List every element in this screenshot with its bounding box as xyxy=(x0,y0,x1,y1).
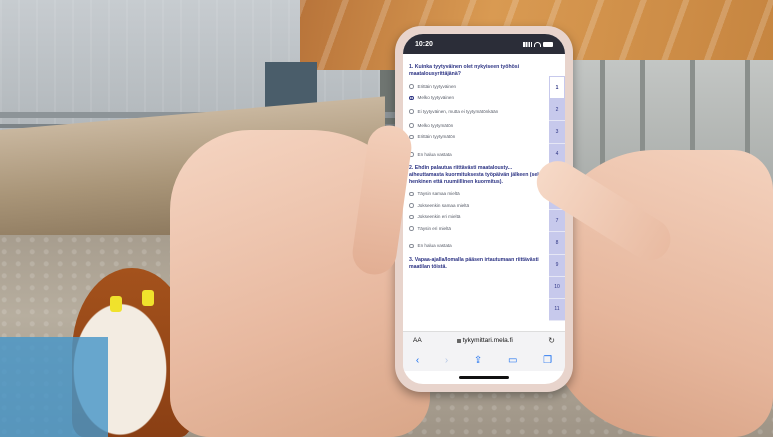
nav-question-8[interactable]: 8 xyxy=(549,232,565,255)
option-label: Ei tyytyväinen, mutta ei tyytymätönkään xyxy=(417,108,499,114)
nav-question-7[interactable]: 7 xyxy=(549,210,565,233)
battery-icon xyxy=(543,41,553,47)
wifi-icon xyxy=(534,41,541,47)
option-label: Täysin samaa mieltä xyxy=(417,191,460,197)
nav-question-11[interactable]: 11 xyxy=(549,298,565,322)
browser-toolbar: ‹ › ⇪ ▭ ❐ xyxy=(403,349,565,371)
question-title: 2. Ehdin palautua riittävästi maataloust… xyxy=(409,165,544,185)
nav-question-3[interactable]: 3 xyxy=(549,121,565,144)
back-icon[interactable]: ‹ xyxy=(416,355,419,366)
radio-button-icon[interactable] xyxy=(409,109,414,114)
lock-icon xyxy=(457,338,461,343)
question-title: 3. Vapaa-ajalla/lomalla pääsen irtautuma… xyxy=(409,256,539,270)
answer-option[interactable]: Täysin eri mieltä xyxy=(409,223,545,235)
option-label: Melko tyytymätön xyxy=(417,122,454,128)
url-display[interactable]: tykymittari.mela.fi xyxy=(457,337,513,344)
answer-option[interactable]: Melko tyytyväinen xyxy=(409,92,545,104)
forward-icon[interactable]: › xyxy=(445,355,448,366)
status-time: 10:20 xyxy=(415,40,433,48)
phone-screen: 10:20 1. Kuinka tyytyväinen olet nykyise… xyxy=(403,34,565,384)
radio-button-icon[interactable] xyxy=(409,203,414,208)
signal-icon xyxy=(523,41,532,47)
nav-question-1[interactable]: 1 xyxy=(549,76,565,100)
radio-button-icon[interactable] xyxy=(409,243,414,249)
decline-option[interactable]: En halua vastata xyxy=(409,240,545,252)
option-label: Jokseenkin eri mieltä xyxy=(417,214,461,220)
option-label: Täysin eri mieltä xyxy=(417,225,451,231)
answer-option[interactable]: Ei tyytyväinen, mutta ei tyytymätönkään xyxy=(409,104,545,120)
radio-button-icon[interactable] xyxy=(409,226,414,231)
answer-option[interactable]: Erittäin tyytyväinen xyxy=(409,81,545,93)
question-title: 1. Kuinka tyytyväinen olet nykyiseen työ… xyxy=(409,64,520,77)
nav-question-2[interactable]: 2 xyxy=(549,99,565,122)
ear-tag xyxy=(142,290,154,306)
option-label: Erittäin tyytymätön xyxy=(417,134,456,140)
ear-tag xyxy=(110,296,122,312)
question-2: 2. Ehdin palautua riittävästi maataloust… xyxy=(409,165,545,252)
answer-option[interactable]: Melko tyytymätön xyxy=(409,120,545,132)
radio-button-icon[interactable] xyxy=(409,84,414,89)
status-bar: 10:20 xyxy=(403,34,565,54)
option-label: Melko tyytyväinen xyxy=(417,95,455,101)
option-label: Erittäin tyytyväinen xyxy=(417,83,457,89)
question-3: 3. Vapaa-ajalla/lomalla pääsen irtautuma… xyxy=(409,257,545,271)
answer-option[interactable]: Täysin samaa mieltä xyxy=(409,188,545,200)
bookmarks-icon[interactable]: ▭ xyxy=(508,355,517,366)
radio-button-icon[interactable] xyxy=(409,191,414,197)
answer-option[interactable]: Jokseenkin eri mieltä xyxy=(409,211,545,223)
radio-button-icon[interactable] xyxy=(409,214,414,220)
blue-corner-overlay xyxy=(0,337,108,437)
option-label: En halua vastata xyxy=(417,151,452,157)
answer-option[interactable]: Jokseenkin samaa mieltä xyxy=(409,200,545,212)
option-label: Jokseenkin samaa mieltä xyxy=(417,202,470,208)
decline-option[interactable]: En halua vastata xyxy=(409,149,545,161)
status-icons xyxy=(523,41,553,47)
radio-selected-icon[interactable] xyxy=(409,95,414,100)
reload-icon[interactable]: ↻ xyxy=(548,336,555,345)
tabs-icon[interactable]: ❐ xyxy=(543,355,552,366)
nav-question-10[interactable]: 10 xyxy=(549,276,565,299)
survey-content: 1. Kuinka tyytyväinen olet nykyiseen työ… xyxy=(403,54,565,346)
share-icon[interactable]: ⇪ xyxy=(474,355,482,366)
home-indicator xyxy=(459,376,509,379)
question-1: 1. Kuinka tyytyväinen olet nykyiseen työ… xyxy=(409,64,545,160)
text-size-button[interactable]: AA xyxy=(413,337,422,344)
option-label: En halua vastata xyxy=(417,243,452,249)
radio-button-icon[interactable] xyxy=(409,123,414,128)
url-text: tykymittari.mela.fi xyxy=(462,337,513,344)
answer-option[interactable]: Erittäin tyytymätön xyxy=(409,131,545,143)
browser-address-bar[interactable]: AA tykymittari.mela.fi ↻ xyxy=(403,331,565,349)
nav-question-9[interactable]: 9 xyxy=(549,254,565,277)
